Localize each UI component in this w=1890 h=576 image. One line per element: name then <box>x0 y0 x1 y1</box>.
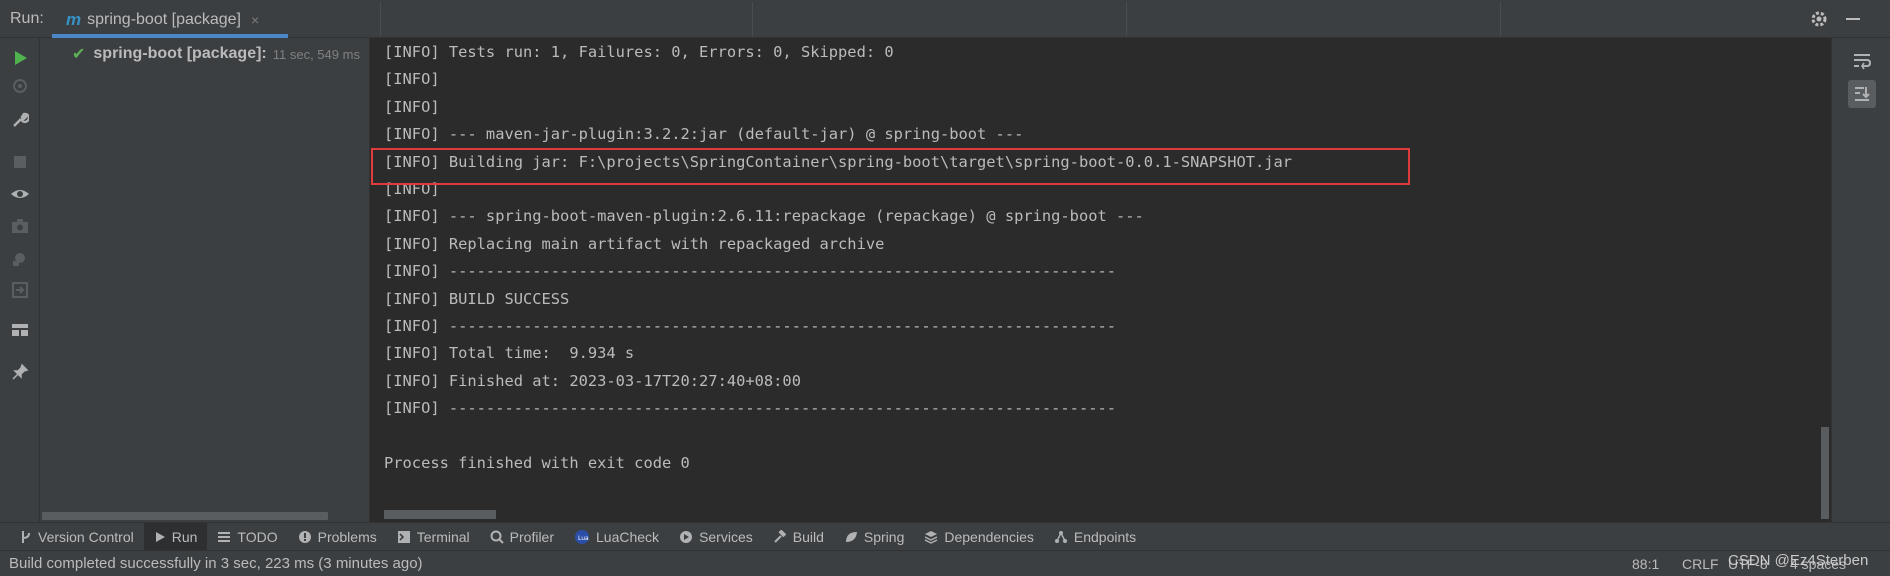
tool-window-label: Endpoints <box>1073 528 1137 545</box>
run-tab[interactable]: m spring-boot [package] × <box>52 2 288 38</box>
console-output[interactable]: [INFO] Tests run: 1, Failures: 0, Errors… <box>371 38 1831 522</box>
spring-icon <box>844 530 858 544</box>
tool-window-label: LuaCheck <box>596 528 660 545</box>
rerun-failed-icon[interactable] <box>8 74 32 98</box>
status-message[interactable]: Build completed successfully in 3 sec, 2… <box>9 555 423 572</box>
console-line: [INFO] ---------------------------------… <box>384 399 1117 418</box>
tool-window-label: Version Control <box>38 528 134 545</box>
info-icon <box>298 530 312 544</box>
run-label: Run: <box>10 10 44 27</box>
services-icon <box>679 530 693 544</box>
divider <box>1126 2 1127 36</box>
tool-window-label: Profiler <box>509 528 555 545</box>
svg-text:Lua: Lua <box>578 535 589 542</box>
play-icon <box>154 531 166 543</box>
tool-window-problems[interactable]: Problems <box>288 523 387 551</box>
tool-window-dependencies[interactable]: Dependencies <box>914 523 1044 551</box>
console-line: [INFO] Total time: 9.934 s <box>384 344 635 363</box>
tree-node-duration: 11 sec, 549 ms <box>272 46 360 62</box>
console-line: [INFO] Finished at: 2023-03-17T20:27:40+… <box>384 371 801 390</box>
run-tab-title: spring-boot [package] <box>87 11 241 28</box>
tree-horizontal-scrollbar[interactable] <box>42 512 328 520</box>
tool-window-profiler[interactable]: Profiler <box>480 523 564 551</box>
lua-icon: Lua <box>574 529 590 545</box>
caret-position[interactable]: 88:1 <box>1632 556 1659 572</box>
tool-window-label: Run <box>171 528 198 545</box>
run-tool-window-header: Run: m spring-boot [package] × <box>0 0 1890 38</box>
console-line: [INFO] Tests run: 1, Failures: 0, Errors… <box>384 43 894 61</box>
tool-window-spring[interactable]: Spring <box>834 523 914 551</box>
tool-window-endpoints[interactable]: Endpoints <box>1044 523 1146 551</box>
tree-node-spring-boot-package[interactable]: ✔ spring-boot [package]: 11 sec, 549 ms <box>72 42 360 66</box>
eye-icon[interactable] <box>8 182 32 206</box>
wrench-icon[interactable] <box>8 108 32 132</box>
tree-node-label: spring-boot [package]: <box>93 45 267 62</box>
console-line: [INFO] <box>384 97 440 116</box>
terminal-icon <box>397 530 411 544</box>
console-line: [INFO] --- maven-jar-plugin:3.2.2:jar (d… <box>384 125 1024 144</box>
divider <box>380 2 381 36</box>
soft-wrap-icon[interactable] <box>1848 47 1876 75</box>
stop-icon[interactable] <box>8 150 32 174</box>
layout-icon[interactable] <box>8 318 32 342</box>
tool-window-label: Dependencies <box>944 528 1034 545</box>
console-line: [INFO] ---------------------------------… <box>384 317 1117 335</box>
endpoints-icon <box>1054 530 1068 544</box>
tool-window-label: Problems <box>317 528 377 545</box>
scroll-to-end-icon[interactable] <box>1848 80 1876 108</box>
tool-window-label: Terminal <box>416 528 470 545</box>
console-line: [INFO] Replacing main artifact with repa… <box>384 234 885 253</box>
console-actions-toolbar <box>1831 38 1890 522</box>
console-line: [INFO] --- spring-boot-maven-plugin:2.6.… <box>384 207 1144 226</box>
close-icon[interactable]: × <box>251 12 259 28</box>
console-line: [INFO] BUILD SUCCESS <box>384 289 570 308</box>
exit-icon[interactable] <box>8 278 32 302</box>
tool-window-luacheck[interactable]: Lua LuaCheck <box>564 523 669 551</box>
pin-icon[interactable] <box>8 360 32 384</box>
maven-icon: m <box>66 10 82 29</box>
divider <box>1500 2 1501 36</box>
tool-window-bar: Version Control Run TODO Problems Terminal Pr… <box>0 522 1890 551</box>
tool-window-version-control[interactable]: Version Control <box>10 523 144 551</box>
tool-window-label: TODO <box>237 528 278 545</box>
tool-window-build[interactable]: Build <box>763 523 834 551</box>
console-line: Process finished with exit code 0 <box>384 454 690 472</box>
watermark: CSDN @Ez4Sterben <box>1728 552 1869 569</box>
tool-window-run[interactable]: Run <box>143 522 208 551</box>
rerun-icon[interactable] <box>8 46 32 70</box>
console-line: [INFO] <box>384 70 440 89</box>
camera-icon[interactable] <box>8 214 32 238</box>
console-line: [INFO] ---------------------------------… <box>384 262 1117 281</box>
run-actions-toolbar <box>0 38 40 522</box>
layers-icon <box>924 530 938 544</box>
highlight-box <box>371 148 1410 185</box>
hammer-icon <box>773 529 787 544</box>
tool-window-services[interactable]: Services <box>669 523 763 551</box>
status-bar: Build completed successfully in 3 sec, 2… <box>0 550 1890 576</box>
branch-icon <box>20 530 32 544</box>
console-horizontal-scrollbar[interactable] <box>384 510 496 519</box>
console-vertical-scrollbar[interactable] <box>1821 427 1829 519</box>
tool-window-label: Spring <box>863 528 905 545</box>
tool-window-label: Build <box>792 528 824 545</box>
run-tree-panel: ✔ spring-boot [package]: 11 sec, 549 ms <box>40 38 370 522</box>
profiler-icon <box>490 530 504 544</box>
minimize-icon[interactable] <box>1842 8 1864 30</box>
list-icon <box>217 531 231 543</box>
line-separator[interactable]: CRLF <box>1682 556 1719 572</box>
tool-window-todo[interactable]: TODO <box>207 523 287 551</box>
tool-window-label: Services <box>699 528 753 545</box>
tool-window-terminal[interactable]: Terminal <box>387 523 480 551</box>
gear-icon[interactable] <box>1808 8 1830 30</box>
success-check-icon: ✔ <box>72 46 86 63</box>
divider <box>752 2 753 36</box>
debug-settings-icon[interactable] <box>8 246 32 270</box>
